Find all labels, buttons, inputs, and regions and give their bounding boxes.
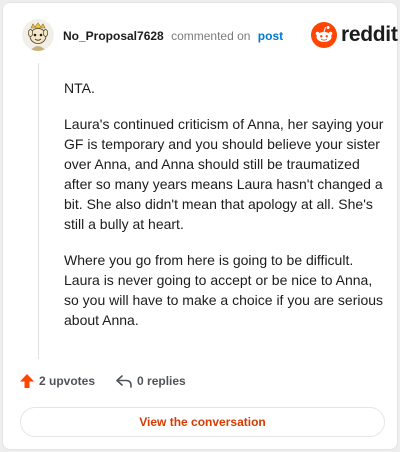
action-text: commented on (171, 29, 251, 43)
avatar-icon (22, 19, 54, 51)
comment-paragraph: NTA. (64, 80, 95, 96)
upvote-count: 2 upvotes (39, 374, 96, 388)
comment-paragraph: Where you go from here is going to be di… (64, 252, 384, 328)
view-conversation-button[interactable]: View the conversation (20, 407, 385, 437)
reply-button[interactable]: 0 replies (115, 373, 186, 389)
thread-line (38, 63, 39, 359)
reply-count: 0 replies (137, 374, 186, 388)
post-link[interactable]: post (258, 29, 283, 43)
comment-body: NTA. Laura's continued criticism of Anna… (64, 78, 388, 346)
reddit-logo[interactable]: reddit (311, 22, 398, 48)
comment-actions: 2 upvotes 0 replies (19, 373, 186, 389)
reddit-wordmark: reddit (341, 23, 398, 46)
comment-paragraph: Laura's continued criticism of Anna, her… (64, 116, 384, 232)
user-avatar[interactable] (22, 19, 54, 51)
reddit-snoo-icon (311, 22, 337, 48)
reply-arrow-icon (116, 375, 132, 388)
comment-header: No_Proposal7628 commented on post (63, 28, 283, 44)
upvote-arrow-icon (20, 374, 34, 388)
comment-card: No_Proposal7628 commented on post reddit… (2, 2, 398, 450)
username-link[interactable]: No_Proposal7628 (63, 29, 164, 43)
upvote-button[interactable]: 2 upvotes (19, 373, 95, 389)
